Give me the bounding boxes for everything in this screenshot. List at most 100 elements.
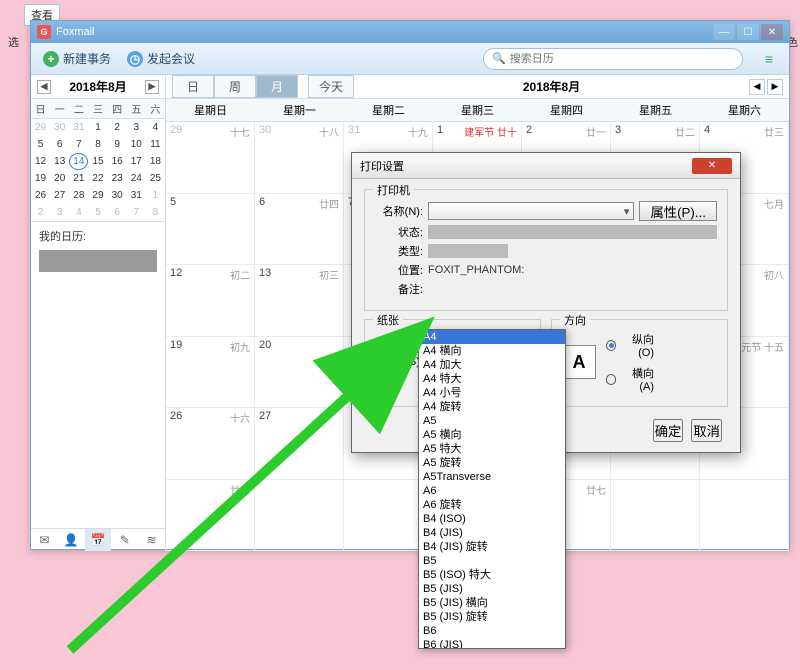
month-day-cell[interactable] bbox=[611, 480, 700, 552]
dropdown-option[interactable]: A4 横向 bbox=[419, 344, 565, 358]
mini-day-cell[interactable]: 24 bbox=[127, 170, 146, 187]
mini-day-cell[interactable]: 13 bbox=[50, 153, 69, 170]
mini-day-cell[interactable]: 8 bbox=[88, 136, 107, 153]
view-day-tab[interactable]: 日 bbox=[172, 75, 214, 98]
main-next-button[interactable]: ▶ bbox=[767, 79, 783, 95]
dialog-close-button[interactable]: ✕ bbox=[692, 158, 732, 174]
dropdown-option[interactable]: A4 加大 bbox=[419, 358, 565, 372]
search-input[interactable] bbox=[510, 53, 734, 65]
mini-day-cell[interactable]: 17 bbox=[127, 153, 146, 170]
mini-prev-button[interactable]: ◀ bbox=[37, 80, 51, 94]
month-day-cell[interactable] bbox=[700, 480, 789, 552]
mini-day-cell[interactable]: 23 bbox=[108, 170, 127, 187]
dropdown-option[interactable]: A4 特大 bbox=[419, 372, 565, 386]
mini-day-cell[interactable]: 29 bbox=[88, 187, 107, 204]
cancel-button[interactable]: 取消 bbox=[691, 419, 722, 442]
month-day-cell[interactable]: 13初三 bbox=[255, 265, 344, 337]
landscape-radio[interactable]: 横向(A) bbox=[606, 365, 654, 393]
month-day-cell[interactable]: 29十七 bbox=[166, 122, 255, 194]
mini-day-cell[interactable]: 3 bbox=[127, 119, 146, 136]
dropdown-option[interactable]: B4 (ISO) bbox=[419, 512, 565, 526]
mini-day-cell[interactable]: 9 bbox=[108, 136, 127, 153]
mini-day-cell[interactable]: 29 bbox=[31, 119, 50, 136]
mini-day-cell[interactable]: 20 bbox=[50, 170, 69, 187]
mini-day-cell[interactable]: 30 bbox=[108, 187, 127, 204]
mini-day-cell[interactable]: 4 bbox=[69, 204, 88, 221]
mini-day-cell[interactable]: 22 bbox=[88, 170, 107, 187]
printer-name-select[interactable] bbox=[428, 202, 634, 220]
mini-day-cell[interactable]: 2 bbox=[108, 119, 127, 136]
dropdown-option[interactable]: A5 旋转 bbox=[419, 456, 565, 470]
dropdown-option[interactable]: B4 (JIS) bbox=[419, 526, 565, 540]
dropdown-option[interactable]: A5 bbox=[419, 414, 565, 428]
sidebar-tab-contacts-icon[interactable]: 👤 bbox=[58, 529, 85, 551]
view-month-tab[interactable]: 月 bbox=[256, 75, 298, 98]
month-day-cell[interactable]: 19初九 bbox=[166, 337, 255, 409]
mini-day-cell[interactable]: 21 bbox=[69, 170, 88, 187]
dropdown-option[interactable]: B6 bbox=[419, 624, 565, 638]
dropdown-option[interactable]: A4 bbox=[419, 330, 565, 344]
dropdown-option[interactable]: B5 (ISO) 特大 bbox=[419, 568, 565, 582]
main-prev-button[interactable]: ◀ bbox=[749, 79, 765, 95]
sidebar-tab-calendar-icon[interactable]: 📅 bbox=[85, 529, 112, 551]
mini-day-cell[interactable]: 30 bbox=[50, 119, 69, 136]
new-task-button[interactable]: +新建事务 bbox=[39, 48, 115, 69]
mini-day-cell[interactable]: 27 bbox=[50, 187, 69, 204]
calendar-color-block[interactable] bbox=[39, 250, 157, 272]
mini-day-cell[interactable]: 18 bbox=[146, 153, 165, 170]
dropdown-option[interactable]: A6 旋转 bbox=[419, 498, 565, 512]
dropdown-option[interactable]: A5Transverse bbox=[419, 470, 565, 484]
mini-day-cell[interactable]: 8 bbox=[146, 204, 165, 221]
sidebar-tab-notes-icon[interactable]: ✎ bbox=[111, 529, 138, 551]
mini-day-cell[interactable]: 3 bbox=[50, 204, 69, 221]
mini-day-cell[interactable]: 12 bbox=[31, 153, 50, 170]
dropdown-option[interactable]: A5 特大 bbox=[419, 442, 565, 456]
mini-day-cell[interactable]: 15 bbox=[88, 153, 107, 170]
dropdown-option[interactable]: B5 (JIS) 横向 bbox=[419, 596, 565, 610]
mini-day-cell[interactable]: 5 bbox=[31, 136, 50, 153]
mini-day-cell[interactable]: 28 bbox=[69, 187, 88, 204]
mini-day-cell[interactable]: 16 bbox=[108, 153, 127, 170]
mini-day-cell[interactable]: 4 bbox=[146, 119, 165, 136]
maximize-button[interactable]: ☐ bbox=[737, 24, 759, 40]
dropdown-option[interactable]: B5 (JIS) 旋转 bbox=[419, 610, 565, 624]
dropdown-option[interactable]: B6 (JIS) bbox=[419, 638, 565, 649]
portrait-radio[interactable]: 纵向(O) bbox=[606, 331, 654, 359]
month-day-cell[interactable] bbox=[255, 480, 344, 552]
properties-button[interactable]: 属性(P)... bbox=[639, 201, 717, 221]
new-meeting-button[interactable]: ◷发起会议 bbox=[123, 48, 199, 69]
dropdown-option[interactable]: A4 小号 bbox=[419, 386, 565, 400]
view-week-tab[interactable]: 周 bbox=[214, 75, 256, 98]
month-day-cell[interactable]: 12初二 bbox=[166, 265, 255, 337]
search-box[interactable]: 🔍 bbox=[483, 48, 743, 70]
dropdown-option[interactable]: A6 bbox=[419, 484, 565, 498]
month-day-cell[interactable]: 廿三 bbox=[166, 480, 255, 552]
dropdown-option[interactable]: A4 旋转 bbox=[419, 400, 565, 414]
mini-day-cell[interactable]: 31 bbox=[127, 187, 146, 204]
minimize-button[interactable]: — bbox=[713, 24, 735, 40]
month-day-cell[interactable]: 5 bbox=[166, 194, 255, 266]
month-day-cell[interactable]: 30十八 bbox=[255, 122, 344, 194]
mini-day-cell[interactable]: 25 bbox=[146, 170, 165, 187]
mini-next-button[interactable]: ▶ bbox=[145, 80, 159, 94]
mini-day-cell[interactable]: 1 bbox=[146, 187, 165, 204]
mini-day-cell[interactable]: 7 bbox=[127, 204, 146, 221]
paper-size-dropdown[interactable]: A4A4 横向A4 加大A4 特大A4 小号A4 旋转A5A5 横向A5 特大A… bbox=[418, 329, 566, 649]
month-day-cell[interactable]: 6廿四 bbox=[255, 194, 344, 266]
mini-day-cell[interactable]: 19 bbox=[31, 170, 50, 187]
dropdown-option[interactable]: B5 bbox=[419, 554, 565, 568]
mini-day-cell[interactable]: 6 bbox=[50, 136, 69, 153]
close-button[interactable]: ✕ bbox=[761, 24, 783, 40]
mini-day-cell[interactable]: 14 bbox=[69, 153, 88, 170]
mini-day-cell[interactable]: 5 bbox=[88, 204, 107, 221]
mini-day-cell[interactable]: 7 bbox=[69, 136, 88, 153]
menu-button[interactable]: ≡ bbox=[757, 48, 781, 70]
dropdown-option[interactable]: B4 (JIS) 旋转 bbox=[419, 540, 565, 554]
dropdown-option[interactable]: A5 横向 bbox=[419, 428, 565, 442]
dropdown-option[interactable]: B5 (JIS) bbox=[419, 582, 565, 596]
mini-day-cell[interactable]: 2 bbox=[31, 204, 50, 221]
month-day-cell[interactable]: 27 bbox=[255, 408, 344, 480]
mini-day-cell[interactable]: 31 bbox=[69, 119, 88, 136]
month-day-cell[interactable]: 26十六 bbox=[166, 408, 255, 480]
sidebar-tab-mail-icon[interactable]: ✉ bbox=[31, 529, 58, 551]
